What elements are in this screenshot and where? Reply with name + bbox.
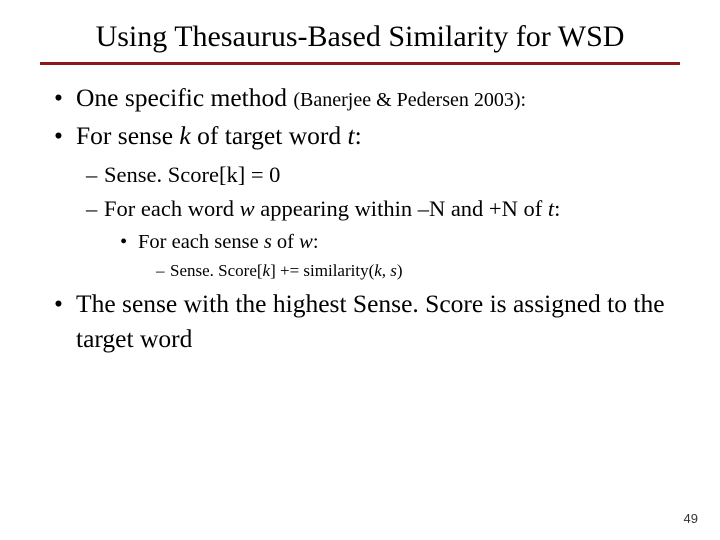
subsubsub-list: Sense. Score[k] += similarity(k, s) xyxy=(156,260,680,283)
subsubsub-1: Sense. Score[k] += similarity(k, s) xyxy=(156,260,680,283)
bullet-1: One specific method (Banerjee & Pedersen… xyxy=(54,81,680,115)
bullet-1-cite: (Banerjee & Pedersen 2003): xyxy=(293,89,526,111)
bullet-2: For sense k of target word t: Sense. Sco… xyxy=(54,119,680,283)
bullet-2-k: k xyxy=(179,121,190,150)
bullet-3: The sense with the highest Sense. Score … xyxy=(54,287,680,356)
subsub-1: For each sense s of w: Sense. Score[k] +… xyxy=(120,229,680,284)
subsub-list: For each sense s of w: Sense. Score[k] +… xyxy=(120,229,680,284)
s4-ks: k, s xyxy=(374,261,397,280)
s4-k: k xyxy=(263,261,271,280)
page-title: Using Thesaurus-Based Similarity for WSD xyxy=(40,20,680,54)
sub-2: For each word w appearing within –N and … xyxy=(86,194,680,283)
sub-1: Sense. Score[k] = 0 xyxy=(86,160,680,190)
s4-b: ] += similarity( xyxy=(270,261,374,280)
page-number: 49 xyxy=(684,511,698,526)
bullet-2-b: of target word xyxy=(191,121,348,150)
sub-2-c: : xyxy=(554,196,560,221)
sub-2-w: w xyxy=(240,196,255,221)
subsub-1-s: s xyxy=(264,231,272,253)
subsub-1-w: w xyxy=(299,231,313,253)
subsub-1-b: of xyxy=(272,231,299,253)
subsub-1-c: : xyxy=(313,231,319,253)
sub-list: Sense. Score[k] = 0 For each word w appe… xyxy=(86,160,680,283)
title-rule xyxy=(40,62,680,65)
bullet-list: One specific method (Banerjee & Pedersen… xyxy=(54,81,680,356)
bullet-2-t: t xyxy=(348,121,355,150)
bullet-1-text: One specific method xyxy=(76,83,293,112)
sub-2-a: For each word xyxy=(104,196,240,221)
bullet-2-c: : xyxy=(355,121,362,150)
bullet-2-a: For sense xyxy=(76,121,179,150)
subsub-1-a: For each sense xyxy=(138,231,264,253)
sub-2-b: appearing within –N and +N of xyxy=(255,196,548,221)
s4-c: ) xyxy=(397,261,403,280)
s4-a: Sense. Score[ xyxy=(170,261,263,280)
